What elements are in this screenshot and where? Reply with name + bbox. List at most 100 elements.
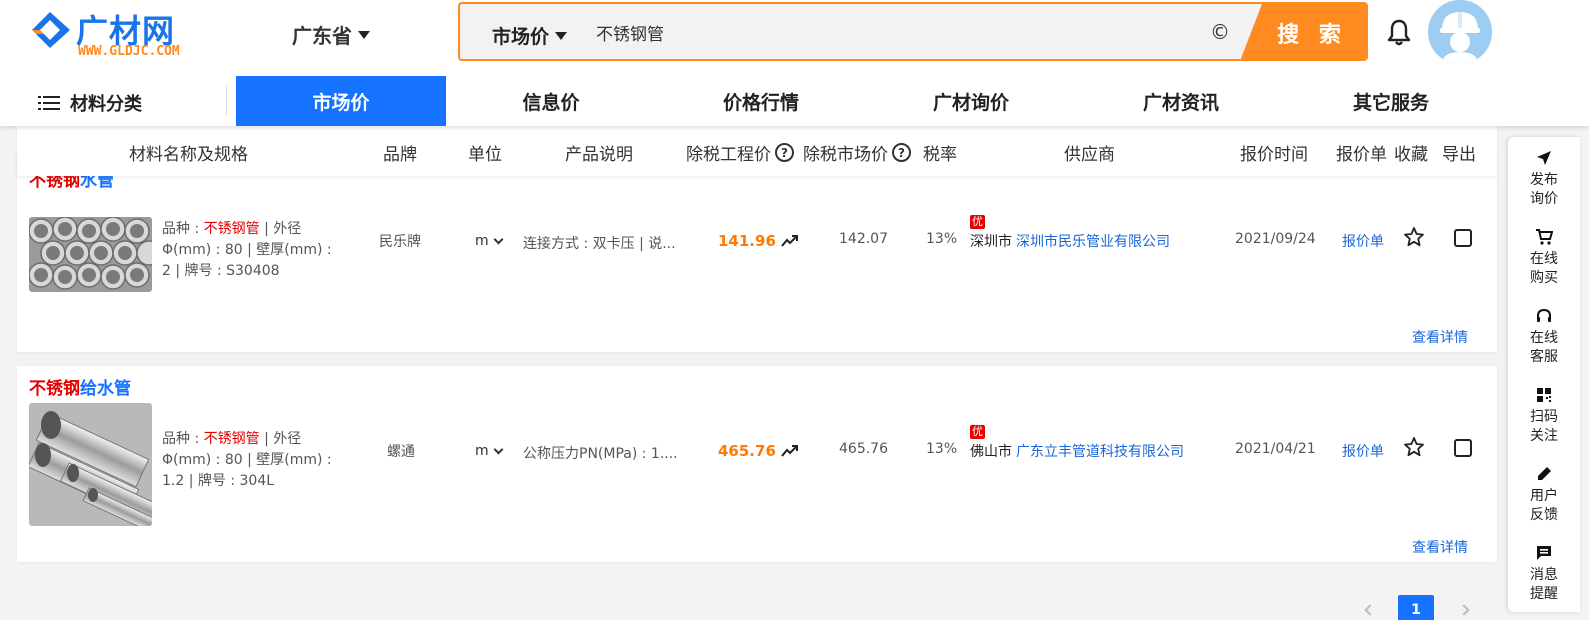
spec-keyword: 不锈钢管 <box>203 221 260 237</box>
quote-sheet-link[interactable]: 报价单 <box>1342 441 1384 461</box>
bell-icon[interactable] <box>1386 18 1412 46</box>
category-menu-button[interactable]: 材料分类 <box>38 90 142 116</box>
spec-prefix: 品种 : <box>162 221 204 237</box>
market-price-value: 142.07 <box>839 231 888 247</box>
sidebar-item-messages[interactable]: 消息提醒 <box>1508 544 1580 604</box>
product-spec: 品种 : 不锈钢管 | 外径Φ(mm) : 80 | 壁厚(mm) : 1.2 … <box>162 429 342 492</box>
sidebar-label: 在线购买 <box>1530 251 1558 286</box>
supplier-cell: 深圳市 深圳市民乐管业有限公司 <box>970 231 1170 251</box>
tax-rate-value: 13% <box>926 441 958 457</box>
col-quote: 报价单 <box>1336 145 1387 165</box>
page-number-button[interactable]: 1 <box>1398 595 1434 620</box>
col-desc: 产品说明 <box>565 145 633 165</box>
user-avatar[interactable] <box>1428 0 1492 64</box>
tab-news[interactable]: 广材资讯 <box>1076 76 1286 126</box>
send-icon <box>1537 151 1551 165</box>
eng-price-value: 465.76 <box>718 442 776 460</box>
chevron-down-icon <box>493 444 504 454</box>
sidebar-item-scan-follow[interactable]: 扫码关注 <box>1508 386 1580 446</box>
site-logo[interactable]: 广材网 WWW.GLDJC.COM <box>28 4 208 60</box>
tab-price-trend[interactable]: 价格行情 <box>656 76 866 126</box>
tab-market-price[interactable]: 市场价 <box>236 76 446 126</box>
trend-chart-icon[interactable] <box>781 234 799 248</box>
headset-icon <box>1537 308 1551 322</box>
copyright-icon[interactable]: © <box>1210 20 1230 44</box>
pen-icon <box>1538 467 1551 480</box>
province-selector[interactable]: 广东省 <box>292 20 370 49</box>
main-nav: 材料分类 市场价 信息价 价格行情 广材询价 广材资讯 其它服务 <box>0 76 1589 126</box>
category-menu-label: 材料分类 <box>70 94 142 115</box>
tax-rate-value: 13% <box>926 231 958 247</box>
search-bar: 市场价 © 搜 索 <box>458 2 1368 61</box>
export-checkbox[interactable] <box>1454 439 1472 457</box>
pipes-image-icon <box>29 217 152 292</box>
view-details-link[interactable]: 查看详情 <box>1412 537 1468 557</box>
brand-value: 民乐牌 <box>379 234 421 250</box>
col-market-price-label: 除税市场价 <box>803 145 888 165</box>
nav-divider <box>226 86 227 116</box>
eng-price-value: 141.96 <box>718 232 776 250</box>
col-time: 报价时间 <box>1240 145 1308 165</box>
tab-other-services[interactable]: 其它服务 <box>1286 76 1496 126</box>
spec-keyword: 不锈钢管 <box>203 431 260 447</box>
product-thumbnail[interactable] <box>29 403 152 526</box>
qrcode-icon <box>1537 388 1551 402</box>
product-description[interactable]: 公称压力PN(MPa) : 1.... <box>523 443 678 463</box>
logo-subtitle: WWW.GLDJC.COM <box>78 44 180 59</box>
supplier-link[interactable]: 深圳市民乐管业有限公司 <box>1016 234 1170 250</box>
col-tax: 税率 <box>923 145 957 165</box>
sidebar-item-feedback[interactable]: 用户反馈 <box>1508 465 1580 525</box>
search-type-selector[interactable]: 市场价 <box>492 22 568 49</box>
supplier-cell: 佛山市 广东立丰管道科技有限公司 <box>970 441 1184 461</box>
menu-list-icon <box>38 96 60 110</box>
star-outline-icon[interactable] <box>1403 226 1425 248</box>
avatar-worker-icon <box>1428 0 1492 64</box>
col-market-price[interactable]: 除税市场价 ? <box>803 140 911 165</box>
col-favorite: 收藏 <box>1394 145 1428 165</box>
view-details-link[interactable]: 查看详情 <box>1412 327 1468 347</box>
sidebar-item-buy-online[interactable]: 在线购买 <box>1508 228 1580 288</box>
tab-inquiry[interactable]: 广材询价 <box>866 76 1076 126</box>
supplier-link[interactable]: 广东立丰管道科技有限公司 <box>1016 444 1184 460</box>
next-page-arrow-icon[interactable] <box>1458 604 1470 616</box>
quote-sheet-link[interactable]: 报价单 <box>1342 231 1384 251</box>
trend-chart-icon[interactable] <box>781 444 799 458</box>
result-card: 不锈钢水管 品种 : 不锈钢管 | 外径Φ(mm) : 80 | 壁厚(mm) … <box>17 150 1497 352</box>
help-question-icon[interactable]: ? <box>775 143 794 162</box>
sidebar-item-customer-service[interactable]: 在线客服 <box>1508 307 1580 367</box>
title-rest: 给水管 <box>80 379 131 399</box>
cart-icon <box>1536 229 1553 245</box>
quote-time-value: 2021/04/21 <box>1235 441 1316 457</box>
sidebar-label: 用户反馈 <box>1530 488 1558 523</box>
col-unit: 单位 <box>468 145 502 165</box>
product-title-link[interactable]: 不锈钢给水管 <box>29 374 131 399</box>
export-checkbox[interactable] <box>1454 229 1472 247</box>
prev-page-arrow-icon[interactable] <box>1364 604 1376 616</box>
top-header: 广材网 WWW.GLDJC.COM 广东省 市场价 © 搜 索 <box>0 0 1589 126</box>
help-question-icon[interactable]: ? <box>892 143 911 162</box>
premium-badge: 优 <box>970 425 985 439</box>
pipes-image-icon <box>29 403 152 526</box>
sidebar-label: 在线客服 <box>1530 330 1558 365</box>
sidebar-label: 扫码关注 <box>1530 409 1558 444</box>
product-description[interactable]: 连接方式 : 双卡压 | 说... <box>523 233 676 253</box>
unit-selector[interactable]: m <box>475 443 504 459</box>
col-name: 材料名称及规格 <box>129 145 248 165</box>
unit-value: m <box>475 443 489 459</box>
sidebar-item-publish-inquiry[interactable]: 发布询价 <box>1508 149 1580 209</box>
results-table-header: 材料名称及规格 品牌 单位 产品说明 除税工程价 ? 除税市场价 ? 税率 供应… <box>17 126 1497 176</box>
search-button[interactable]: 搜 索 <box>1240 4 1366 59</box>
message-icon <box>1537 546 1551 560</box>
unit-selector[interactable]: m <box>475 233 504 249</box>
premium-badge: 优 <box>970 215 985 229</box>
col-eng-price-label: 除税工程价 <box>686 145 771 165</box>
product-spec: 品种 : 不锈钢管 | 外径Φ(mm) : 80 | 壁厚(mm) : 2 | … <box>162 219 342 282</box>
col-export: 导出 <box>1442 145 1476 165</box>
star-outline-icon[interactable] <box>1403 436 1425 458</box>
search-input[interactable] <box>596 16 1196 48</box>
col-supplier: 供应商 <box>1064 145 1115 165</box>
tab-info-price[interactable]: 信息价 <box>446 76 656 126</box>
col-eng-price[interactable]: 除税工程价 ? <box>686 140 794 165</box>
product-thumbnail[interactable] <box>29 217 152 292</box>
caret-down-icon <box>555 31 568 40</box>
